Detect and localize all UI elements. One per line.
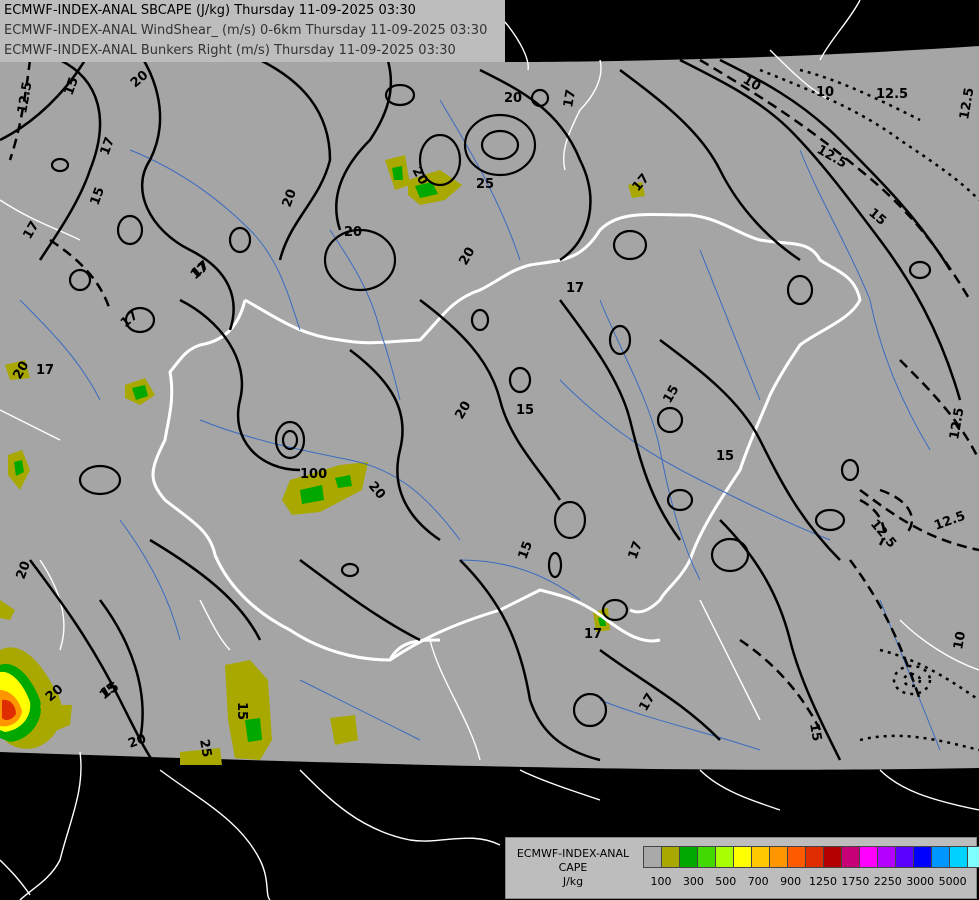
legend-swatch (752, 847, 770, 867)
legend-swatch (680, 847, 698, 867)
legend-swatch (914, 847, 932, 867)
legend-color-scale (643, 846, 979, 868)
cape-legend: ECMWF-INDEX-ANAL CAPE J/kg 100 300 500 700 9… (505, 837, 979, 899)
legend-swatch (716, 847, 734, 867)
map-title-box: ECMWF-INDEX-ANAL SBCAPE (J/kg) Thursday … (0, 0, 505, 62)
legend-swatch (698, 847, 716, 867)
legend-title-unit: J/kg (562, 875, 584, 888)
contour-label: 17 (561, 88, 579, 108)
legend-swatch (806, 847, 824, 867)
legend-swatch (734, 847, 752, 867)
contour-label: 10 (951, 630, 969, 650)
contour-label: 17 (584, 627, 602, 642)
contour-label: 10 (816, 85, 834, 100)
legend-swatch (968, 847, 979, 867)
contour-label: 17 (566, 281, 584, 296)
legend-swatch (788, 847, 806, 867)
title-bunkers: ECMWF-INDEX-ANAL Bunkers Right (m/s) Thu… (4, 43, 456, 58)
legend-title: ECMWF-INDEX-ANAL CAPE J/kg (508, 847, 638, 889)
legend-swatch (878, 847, 896, 867)
title-sbcape: ECMWF-INDEX-ANAL SBCAPE (J/kg) Thursday … (4, 3, 416, 18)
contour-label: 15 (234, 702, 249, 720)
legend-swatch (770, 847, 788, 867)
legend-swatch (896, 847, 914, 867)
legend-swatch (860, 847, 878, 867)
weather-map: 12.5 15 20 17 17 20 17 20 20 20 25 20 20… (0, 0, 979, 900)
legend-swatch (662, 847, 680, 867)
legend-swatch (950, 847, 968, 867)
contour-label: 17 (36, 363, 54, 378)
contour-label: 12.5 (876, 87, 908, 102)
title-windshear: ECMWF-INDEX-ANAL WindShear_ (m/s) 0-6km … (4, 23, 488, 38)
legend-title-model: ECMWF-INDEX-ANAL (516, 847, 630, 860)
contour-label: 15 (716, 449, 734, 464)
legend-swatch (842, 847, 860, 867)
legend-swatch (932, 847, 950, 867)
contour-label: 100 (300, 467, 327, 482)
legend-tick-label: 5000 (938, 875, 967, 888)
legend-swatch (644, 847, 662, 867)
legend-swatch (824, 847, 842, 867)
contour-label: 25 (196, 738, 214, 758)
legend-title-param: CAPE (558, 861, 588, 874)
contour-label: 20 (344, 225, 362, 240)
contour-label: 20 (504, 91, 522, 106)
contour-label: 25 (476, 177, 494, 192)
contour-label: 15 (516, 403, 534, 418)
